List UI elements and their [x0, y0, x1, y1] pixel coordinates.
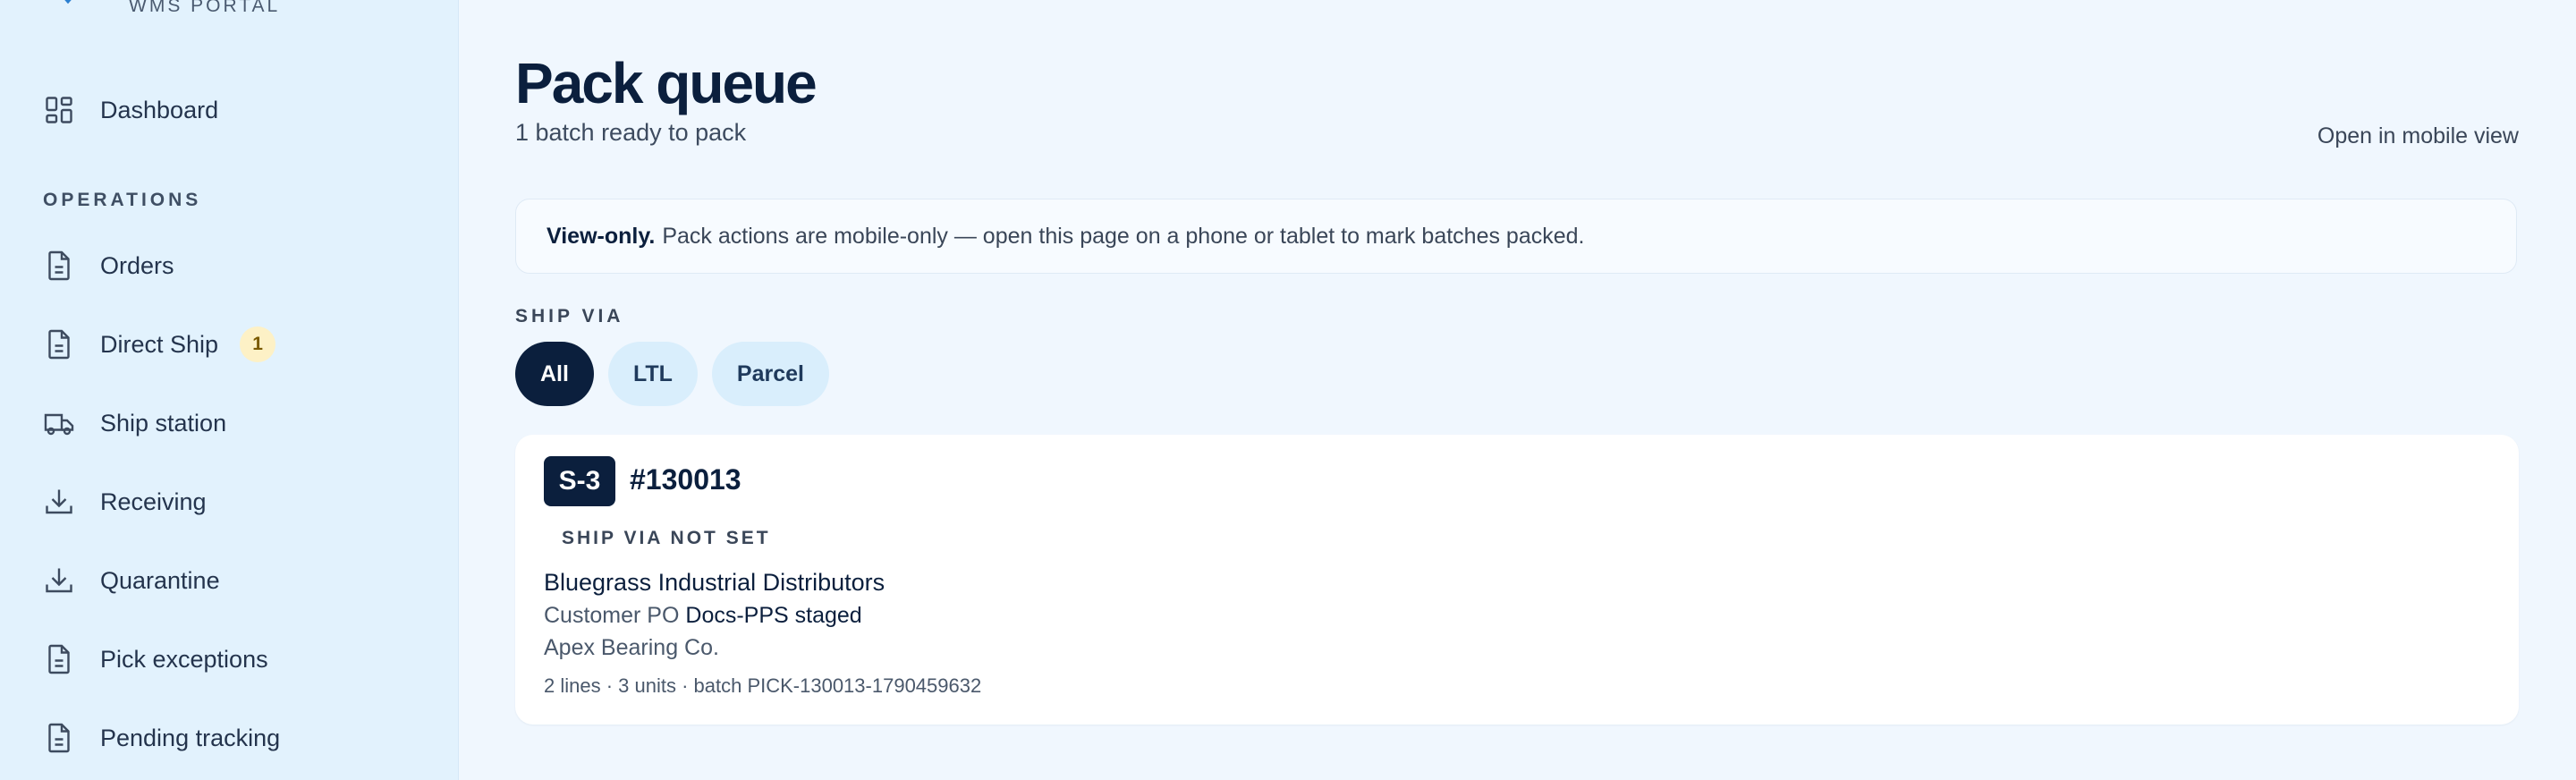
ship-via-filter: All LTL Parcel	[515, 342, 829, 406]
document-icon	[43, 248, 79, 284]
brand-subtitle: WMS PORTAL	[129, 0, 281, 16]
sidebar-item-orders[interactable]: Orders	[43, 239, 419, 292]
sidebar-item-quarantine[interactable]: Quarantine	[43, 554, 419, 607]
sidebar-item-direct-ship[interactable]: Direct Ship 1	[43, 318, 419, 371]
page-subtitle: 1 batch ready to pack	[515, 119, 747, 146]
logo-icon	[64, 0, 72, 4]
document-icon	[43, 720, 79, 756]
document-icon	[43, 641, 79, 677]
notice-text: Pack actions are mobile-only — open this…	[662, 223, 1585, 249]
sidebar-item-label: Pending tracking	[100, 724, 281, 751]
sidebar-item-dashboard[interactable]: Dashboard	[43, 83, 419, 137]
filter-chip-parcel[interactable]: Parcel	[711, 342, 829, 406]
truck-icon	[43, 405, 79, 441]
customer-po-value: Docs-PPS staged	[685, 603, 862, 628]
sidebar-item-label: Pick exceptions	[100, 645, 268, 673]
sidebar-item-label: Dashboard	[100, 96, 219, 123]
ship-via-status: SHIP VIA NOT SET	[562, 528, 771, 548]
download-tray-icon	[43, 484, 79, 520]
customer-po-label: Customer PO	[544, 603, 680, 628]
sidebar-item-label: Receiving	[100, 488, 207, 515]
sidebar: WMS PORTAL Dashboard OPERATIONS Orders D…	[0, 0, 459, 780]
sidebar-item-pending-tracking[interactable]: Pending tracking	[43, 711, 419, 765]
sidebar-item-label: Direct Ship	[100, 330, 219, 358]
sidebar-item-pick-exceptions[interactable]: Pick exceptions	[43, 632, 419, 686]
ship-via-filter-label: SHIP VIA	[515, 306, 624, 326]
open-mobile-view-link[interactable]: Open in mobile view	[2318, 123, 2519, 149]
filter-chip-all[interactable]: All	[515, 342, 594, 406]
sidebar-item-label: Ship station	[100, 409, 227, 437]
page-title: Pack queue	[515, 51, 818, 115]
sidebar-item-label: Quarantine	[100, 566, 220, 594]
document-icon	[43, 326, 79, 362]
order-number: #130013	[630, 463, 741, 496]
batch-card[interactable]: S-3 #130013 SHIP VIA NOT SET Bluegrass I…	[515, 435, 2519, 725]
filter-chip-ltl[interactable]: LTL	[607, 342, 698, 406]
sidebar-item-label: Orders	[100, 251, 174, 279]
batch-meta: 2 lines · 3 units · batch PICK-130013-17…	[544, 674, 982, 697]
customer-po: Customer PO Docs-PPS staged	[544, 603, 862, 629]
view-only-notice: View-only. Pack actions are mobile-only …	[515, 199, 2517, 274]
dashboard-grid-icon	[43, 92, 79, 128]
download-tray-icon	[43, 563, 79, 598]
count-badge: 1	[240, 326, 276, 362]
sidebar-section-label: OPERATIONS	[43, 190, 202, 210]
supplier-name: Apex Bearing Co.	[544, 635, 719, 660]
sidebar-item-receiving[interactable]: Receiving	[43, 475, 419, 529]
notice-strong: View-only.	[547, 223, 656, 249]
stage-badge: S-3	[544, 456, 615, 506]
customer-name: Bluegrass Industrial Distributors	[544, 569, 886, 596]
sidebar-item-ship-station[interactable]: Ship station	[43, 396, 419, 450]
